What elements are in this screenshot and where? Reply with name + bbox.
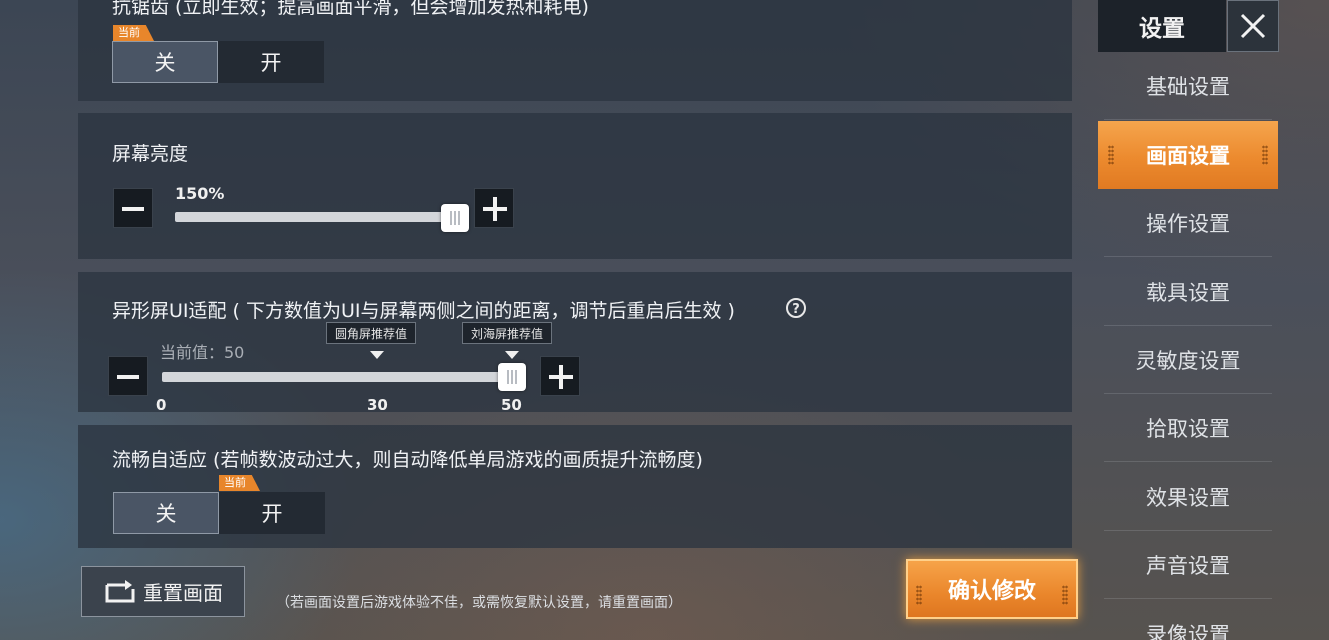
sidebar-item-label: 效果设置 bbox=[1146, 485, 1230, 510]
sidebar-item-label: 画面设置 bbox=[1146, 144, 1230, 168]
close-icon bbox=[1240, 13, 1266, 39]
smooth-off-label: 关 bbox=[155, 502, 177, 526]
sidebar-item-label: 灵敏度设置 bbox=[1135, 348, 1241, 373]
notch-slider-track[interactable] bbox=[162, 372, 512, 382]
sidebar-item-basic[interactable]: 基础设置 bbox=[1104, 52, 1272, 120]
brightness-increase-button[interactable] bbox=[474, 188, 514, 228]
round-screen-marker: 圆角屏推荐值 bbox=[326, 322, 417, 344]
svg-text:?: ? bbox=[792, 302, 800, 317]
notch-adapt-title: 异形屏UI适配 ( 下方数值为UI与屏幕两侧之间的距离，调节后重启后生效 ) bbox=[112, 300, 735, 322]
brightness-slider-handle[interactable] bbox=[441, 204, 469, 232]
sidebar-item-replay[interactable]: 录像设置 bbox=[1104, 599, 1272, 640]
round-screen-marker-arrow bbox=[370, 351, 384, 359]
notch-current-value: 当前值：50 bbox=[160, 343, 245, 362]
sidebar-item-label: 基础设置 bbox=[1146, 74, 1230, 99]
close-button[interactable] bbox=[1227, 0, 1279, 52]
reset-screen-label: 重置画面 bbox=[143, 581, 223, 605]
sidebar-item-effects[interactable]: 效果设置 bbox=[1104, 463, 1272, 531]
notch-screen-marker-arrow bbox=[505, 351, 519, 359]
sidebar-item-graphics[interactable]: 画面设置 bbox=[1098, 121, 1278, 189]
sidebar-item-pickup[interactable]: 拾取设置 bbox=[1104, 394, 1272, 462]
sidebar-item-sound[interactable]: 声音设置 bbox=[1104, 531, 1272, 599]
sidebar-item-vehicle[interactable]: 载具设置 bbox=[1104, 258, 1272, 326]
brightness-slider-track[interactable] bbox=[175, 212, 453, 222]
antialias-on-option[interactable]: 开 bbox=[218, 41, 324, 83]
notch-screen-marker: 刘海屏推荐值 bbox=[462, 322, 553, 344]
smooth-on-option[interactable]: 当前 开 bbox=[219, 475, 325, 534]
tick-label-min: 0 bbox=[156, 396, 167, 414]
sidebar-item-sensitivity[interactable]: 灵敏度设置 bbox=[1104, 326, 1272, 394]
antialias-off-option[interactable]: 当前 关 bbox=[112, 25, 218, 83]
smooth-adapt-toggle: 关 当前 开 bbox=[113, 475, 325, 534]
help-icon[interactable]: ? bbox=[785, 297, 807, 319]
tick-label-mid: 30 bbox=[367, 396, 388, 414]
plus-icon bbox=[483, 197, 507, 221]
sidebar-item-label: 拾取设置 bbox=[1146, 416, 1230, 441]
smooth-adapt-title: 流畅自适应 (若帧数波动过大，则自动降低单局游戏的画质提升流畅度) bbox=[112, 449, 703, 471]
antialias-toggle: 当前 关 开 bbox=[112, 25, 324, 83]
sidebar-item-label: 操作设置 bbox=[1146, 211, 1230, 236]
antialias-on-label: 开 bbox=[260, 51, 282, 75]
brightness-section: 屏幕亮度 150% bbox=[78, 113, 1072, 259]
sidebar-item-controls[interactable]: 操作设置 bbox=[1104, 189, 1272, 257]
current-tag: 当前 bbox=[113, 25, 154, 41]
antialias-section: 抗锯齿 (立即生效；提高画面平滑，但会增加发热和耗电) 当前 关 开 bbox=[78, 0, 1072, 101]
sidebar-item-label: 录像设置 bbox=[1146, 623, 1230, 640]
antialias-title: 抗锯齿 (立即生效；提高画面平滑，但会增加发热和耗电) bbox=[112, 0, 589, 18]
sidebar-item-label: 声音设置 bbox=[1146, 553, 1230, 578]
brightness-title: 屏幕亮度 bbox=[112, 143, 189, 165]
notch-adapt-section: 异形屏UI适配 ( 下方数值为UI与屏幕两侧之间的距离，调节后重启后生效 ) ?… bbox=[78, 272, 1072, 414]
reset-screen-button[interactable]: 重置画面 bbox=[81, 566, 245, 617]
smooth-off-option[interactable]: 关 bbox=[113, 492, 219, 534]
smooth-on-label: 开 bbox=[261, 502, 283, 526]
brightness-value: 150% bbox=[175, 184, 225, 203]
brightness-decrease-button[interactable] bbox=[113, 188, 153, 228]
plus-icon bbox=[549, 365, 573, 389]
current-tag: 当前 bbox=[219, 475, 260, 491]
reset-hint-text: （若画面设置后游戏体验不佳，或需恢复默认设置，请重置画面） bbox=[276, 595, 682, 611]
notch-increase-button[interactable] bbox=[540, 356, 580, 396]
smooth-adapt-section: 流畅自适应 (若帧数波动过大，则自动降低单局游戏的画质提升流畅度) 关 当前 开 bbox=[78, 425, 1072, 548]
settings-title: 设置 bbox=[1098, 0, 1226, 52]
tick-label-max: 50 bbox=[501, 396, 522, 414]
sidebar-item-label: 载具设置 bbox=[1146, 280, 1230, 305]
confirm-changes-button[interactable]: 确认修改 bbox=[906, 559, 1078, 619]
minus-icon bbox=[122, 207, 144, 211]
reset-icon bbox=[105, 579, 135, 602]
notch-slider-handle[interactable] bbox=[498, 363, 526, 391]
notch-decrease-button[interactable] bbox=[108, 356, 148, 396]
minus-icon bbox=[117, 375, 139, 379]
confirm-changes-label: 确认修改 bbox=[947, 579, 1036, 604]
antialias-off-label: 关 bbox=[154, 51, 176, 75]
